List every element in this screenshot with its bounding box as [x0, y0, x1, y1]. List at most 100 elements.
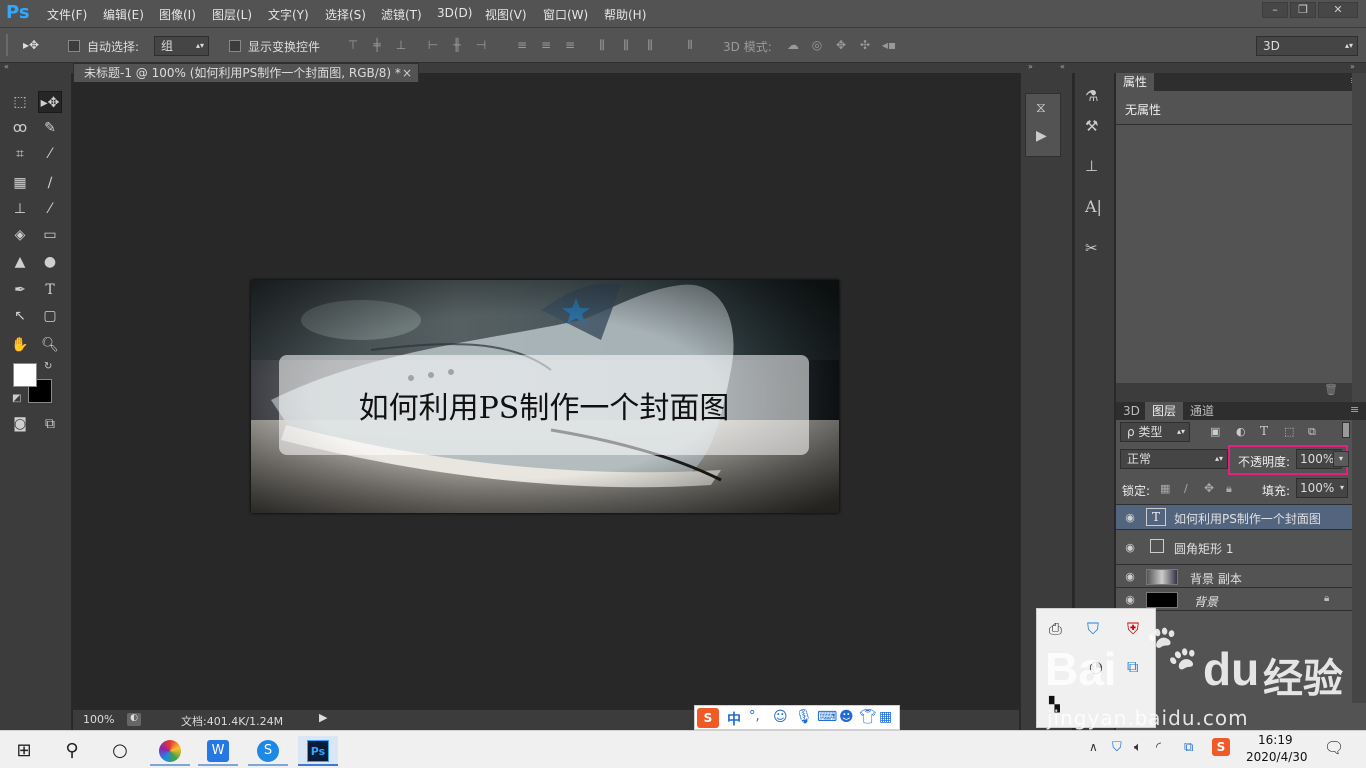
menu-type[interactable]: 文字(Y) [268, 6, 309, 23]
healing-brush-tool-icon[interactable]: ▦ [8, 172, 32, 194]
lock-position-icon[interactable]: ✥ [1204, 481, 1214, 495]
marquee-tool-icon[interactable]: ⬚ [8, 91, 32, 113]
show-transform-checkbox[interactable] [229, 40, 241, 52]
distribute-bottom-icon[interactable]: ≡ [562, 37, 578, 53]
volume-icon[interactable]: 🔈︎ [1134, 740, 1142, 755]
properties-scrollbar[interactable] [1352, 73, 1366, 403]
foreground-color-swatch-top[interactable] [13, 363, 37, 387]
tray-app-icon[interactable]: ⛉ [1112, 740, 1122, 755]
blur-tool-icon[interactable]: ▲ [8, 251, 32, 273]
defender-icon[interactable]: ⛨ [1127, 619, 1139, 639]
distribute-top-icon[interactable]: ≡ [514, 37, 530, 53]
photoshop-app-icon[interactable]: Ps [298, 736, 338, 766]
close-button[interactable]: ✕ [1318, 2, 1358, 18]
layer-row-text[interactable]: ◉ T 如何利用PS制作一个封面图 [1116, 505, 1352, 530]
align-right-icon[interactable]: ⊣ [473, 37, 489, 53]
document-tab[interactable]: 未标题-1 @ 100% (如何利用PS制作一个封面图, RGB/8) * × [73, 63, 419, 83]
document-tab-close-icon[interactable]: × [402, 64, 412, 83]
status-menu-arrow-icon[interactable]: ▶ [319, 711, 327, 724]
menu-edit[interactable]: 编辑(E) [103, 6, 144, 23]
network-icon[interactable]: ◔ [1089, 657, 1103, 676]
lock-all-icon[interactable]: 🔒︎ [1226, 482, 1232, 496]
brush-tool-icon[interactable]: ∕ [38, 172, 62, 194]
filter-smartobject-icon[interactable]: ⧉ [1308, 425, 1316, 439]
distribute-left-icon[interactable]: ⫼ [594, 37, 610, 53]
eyedropper-tool-icon[interactable]: ⁄ [38, 143, 62, 165]
clock-date[interactable]: 2020/4/30 [1246, 750, 1308, 764]
emoji-icon[interactable]: ☺ [773, 709, 788, 725]
lock-transparent-icon[interactable]: ▦ [1160, 482, 1170, 495]
eraser-tool-icon[interactable]: ◈ [8, 224, 32, 246]
notification-icon[interactable]: 🗨︎ [1324, 738, 1344, 757]
move-tool-preset-icon[interactable]: ▸✥ [18, 37, 44, 53]
tab-properties[interactable]: 属性 [1116, 73, 1155, 91]
opacity-dropdown-arrow-icon[interactable]: ▾ [1333, 451, 1349, 467]
voice-icon[interactable]: 🎙︎ [795, 709, 813, 725]
sogou-browser-icon[interactable]: S [248, 736, 288, 766]
filter-type-icon[interactable]: T [1260, 424, 1268, 438]
skin-icon[interactable]: 👕︎ [859, 709, 877, 725]
sogou-logo[interactable]: S [697, 708, 719, 728]
search-icon[interactable]: ⚲ [52, 736, 92, 766]
menu-3d[interactable]: 3D(D) [437, 6, 472, 20]
layer-row-shape[interactable]: ◉ 圆角矩形 1 [1116, 531, 1352, 565]
toolbox-icon[interactable]: ▦ [879, 709, 892, 725]
tray-expand-icon[interactable]: ∧ [1089, 740, 1098, 754]
filter-pixel-icon[interactable]: ▣ [1210, 425, 1220, 438]
pen-tool-icon[interactable]: ✒ [8, 279, 32, 301]
status-info-icon[interactable]: ◐ [127, 713, 141, 726]
type-tool-icon[interactable]: T [38, 279, 62, 301]
actions-play-icon[interactable]: ▶ [1036, 128, 1047, 144]
teamviewer-icon[interactable]: ⧉ [1127, 657, 1138, 677]
gradient-tool-icon[interactable]: ▭ [38, 224, 62, 246]
wifi-icon[interactable]: ◜ [1156, 740, 1161, 755]
ime-mode[interactable]: 中 [727, 709, 741, 729]
menu-window[interactable]: 窗口(W) [543, 6, 588, 23]
layers-menu-icon[interactable]: ≡ [1350, 403, 1359, 416]
align-left-icon[interactable]: ⊢ [425, 37, 441, 53]
wps-app-icon[interactable]: W [198, 736, 238, 766]
menu-file[interactable]: 文件(F) [47, 6, 87, 23]
menu-filter[interactable]: 滤镜(T) [381, 6, 422, 23]
workspace-dropdown[interactable]: 3D ▴▾ [1256, 36, 1358, 56]
layers-scrollbar[interactable] [1352, 420, 1366, 703]
document-canvas[interactable]: 如何利用PS制作一个封面图 [251, 280, 839, 513]
zoom-tool-icon[interactable]: 🔍︎ [38, 334, 62, 356]
ime-punct[interactable]: °, [749, 709, 760, 724]
app-tray-icon[interactable]: ▚ [1049, 697, 1060, 713]
security-shield-icon[interactable]: ⛉ [1087, 619, 1099, 639]
distribute-right-icon[interactable]: ⫼ [642, 37, 658, 53]
collapse-panels-icon[interactable]: » [1350, 62, 1355, 71]
filter-shape-icon[interactable]: ⬚ [1284, 425, 1294, 438]
crop-tool-icon[interactable]: ⌗ [8, 143, 32, 165]
user-icon[interactable]: ☻ [839, 709, 854, 725]
visibility-eye-icon[interactable]: ◉ [1120, 511, 1140, 524]
dodge-tool-icon[interactable]: ● [38, 251, 62, 273]
minimize-button[interactable]: – [1262, 2, 1288, 18]
tab-layers[interactable]: 图层 [1145, 402, 1184, 420]
align-top-icon[interactable]: ⊤ [345, 37, 361, 53]
tab-3d[interactable]: 3D [1116, 402, 1147, 420]
zoom-level[interactable]: 100% [83, 713, 114, 726]
tool-presets-icon[interactable]: ✂ [1085, 239, 1098, 257]
layer-row-bgcopy[interactable]: ◉ 背景 副本 [1116, 566, 1352, 588]
layer-filter-dropdown[interactable]: ρ 类型 ▴▾ [1120, 422, 1190, 442]
tab-channels[interactable]: 通道 [1183, 402, 1221, 420]
filter-toggle-switch[interactable] [1342, 422, 1350, 438]
properties-trash-icon[interactable]: 🗑︎ [1324, 383, 1338, 396]
usb-icon[interactable]: ⎙ [1049, 619, 1062, 639]
menu-layer[interactable]: 图层(L) [212, 6, 252, 23]
fill-input[interactable]: 100% ▾ [1296, 478, 1348, 498]
lock-image-icon[interactable]: ∕ [1184, 482, 1188, 495]
expand-left-icon[interactable]: « [1060, 62, 1065, 71]
visibility-eye-icon[interactable]: ◉ [1120, 593, 1140, 606]
3d-slide-icon[interactable]: ✣ [857, 37, 873, 53]
history-brush-tool-icon[interactable]: ⁄ [38, 198, 62, 220]
3d-scale-icon[interactable]: ◂▪ [881, 37, 897, 53]
adjustments-icon[interactable]: ⚗ [1085, 87, 1098, 105]
visibility-eye-icon[interactable]: ◉ [1120, 570, 1140, 583]
path-select-tool-icon[interactable]: ↖ [8, 305, 32, 327]
task-view-icon[interactable]: ○ [100, 736, 140, 766]
clone-source-icon[interactable]: ⊥ [1085, 157, 1098, 175]
history-icon[interactable]: ⧖ [1036, 100, 1046, 116]
